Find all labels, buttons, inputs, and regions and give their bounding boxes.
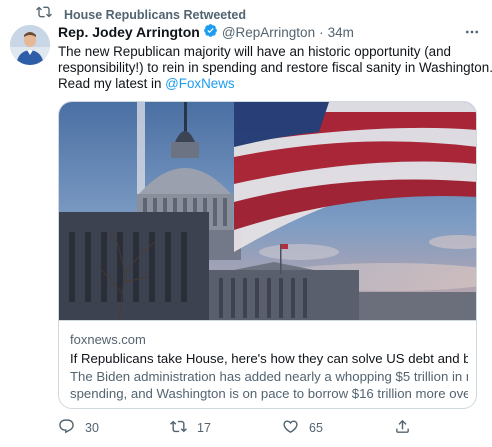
author-handle[interactable]: @RepArrington [222,25,315,40]
tweet-header: Rep. Jodey Arrington @RepArrington · 34m [58,23,482,41]
reply-icon [58,418,75,438]
like-count: 65 [309,421,323,435]
avatar[interactable] [10,25,50,65]
tweet-text: The new Republican majority will have an… [58,44,492,92]
more-options-icon[interactable] [462,23,482,41]
verified-badge-icon [200,23,222,41]
tweet-timestamp[interactable]: 34m [328,25,354,40]
retweet-label[interactable]: House Republicans Retweeted [64,8,246,22]
retweet-icon [36,4,52,25]
share-icon [394,418,411,438]
share-button[interactable] [394,418,411,438]
tweet-actions: 30 17 65 [58,418,482,438]
card-title: If Republicans take House, here's how th… [70,351,468,366]
card-body[interactable]: foxnews.com If Republicans take House, h… [59,320,476,402]
card-description: The Biden administration has added nearl… [70,368,468,402]
reply-count: 30 [85,421,99,435]
separator-dot: · [319,24,324,40]
like-button[interactable]: 65 [282,418,323,438]
tweet-text-line-3: Read my latest in @FoxNews [58,76,478,92]
card-domain: foxnews.com [70,332,146,347]
tweet-content: Rep. Jodey Arrington @RepArrington · 34m… [58,23,492,409]
card-description-line-1: The Biden administration has added nearl… [70,369,468,384]
tweet-text-line-1: The new Republican majority will have an… [58,44,451,59]
mention-link[interactable]: @FoxNews [165,76,234,91]
heart-icon [282,418,299,438]
tweet-text-line-3-prefix: Read my latest in [58,76,166,91]
retweet-action-icon [170,418,187,438]
retweet-context: House Republicans Retweeted [36,4,246,25]
link-card[interactable]: foxnews.com If Republicans take House, h… [58,101,477,409]
tweet-text-line-2: responsibility!) to rein in spending and… [58,60,492,75]
retweet-count: 17 [197,421,211,435]
retweet-button[interactable]: 17 [170,418,211,438]
reply-button[interactable]: 30 [58,418,99,438]
card-description-line-2: spending, and Washington is on pace to b… [70,386,468,401]
card-image[interactable] [59,102,476,321]
author-display-name[interactable]: Rep. Jodey Arrington [58,24,200,40]
